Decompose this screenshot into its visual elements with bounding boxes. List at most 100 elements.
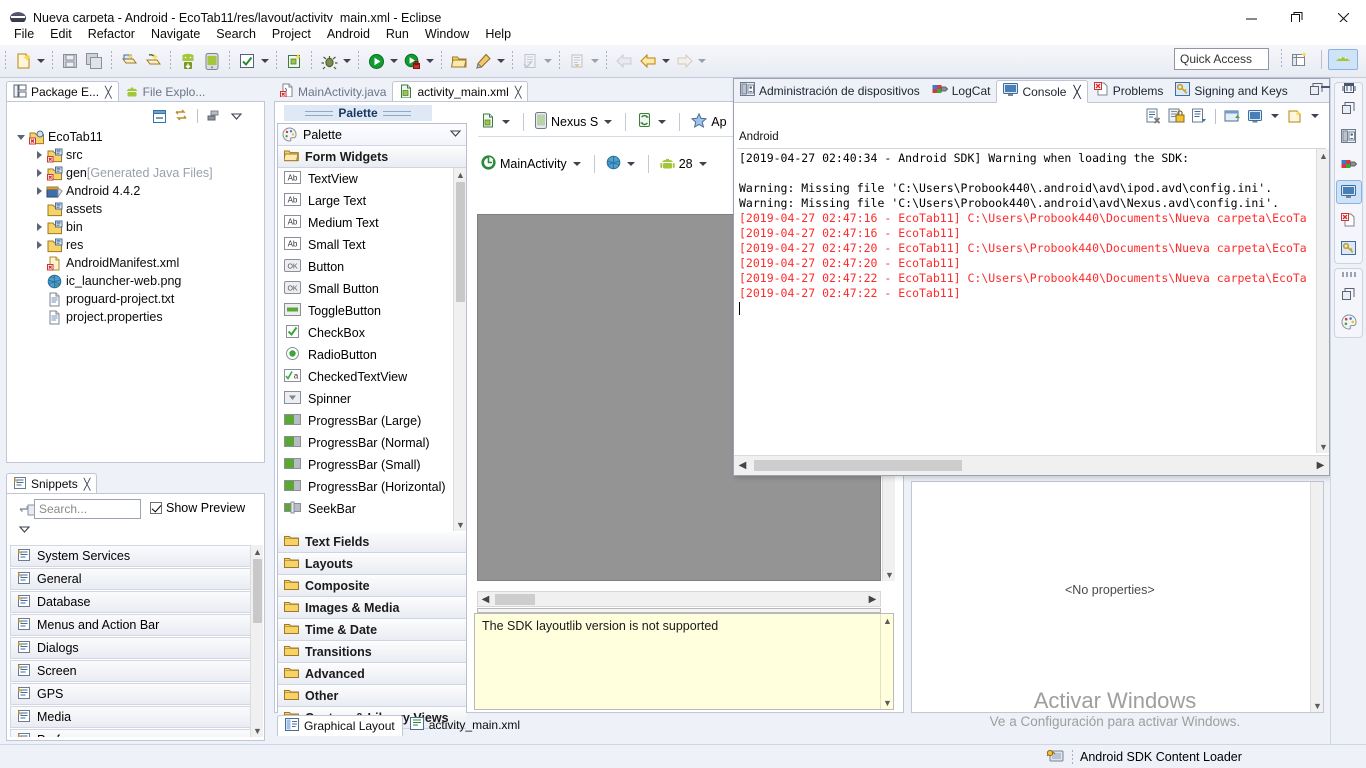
close-icon[interactable]: ╳ [515, 86, 522, 99]
palette-category-timedate[interactable]: Time & Date [278, 619, 466, 641]
snippet-category-database[interactable]: Database [10, 591, 252, 613]
dropdown-arrow-icon[interactable] [602, 111, 614, 133]
android-perspective-icon[interactable] [1328, 49, 1358, 70]
show-preview-checkbox[interactable]: Show Preview [150, 501, 245, 515]
tree-row-assets[interactable]: assets [10, 200, 262, 218]
palette-item-button[interactable]: OK Button [278, 256, 454, 278]
palette-menu-chevron-icon[interactable] [449, 127, 462, 143]
menu-android[interactable]: Android [319, 24, 378, 44]
snippet-category-dialogs[interactable]: Dialogs [10, 637, 252, 659]
tree-row-gen[interactable]: gen [Generated Java Files] [10, 164, 262, 182]
palette-item-seekbar[interactable]: SeekBar [278, 498, 454, 520]
previous-edit-icon[interactable] [566, 50, 588, 72]
menu-refactor[interactable]: Refactor [80, 24, 143, 44]
open-console-dropdown-icon[interactable] [1269, 105, 1281, 127]
menu-search[interactable]: Search [208, 24, 264, 44]
palette-title-row[interactable]: Palette [278, 124, 466, 146]
back-icon[interactable] [637, 50, 659, 72]
scroll-down-icon[interactable]: ▼ [454, 518, 466, 531]
tree-row-res[interactable]: res [10, 236, 262, 254]
palette-category-form-widgets[interactable]: Form Widgets [278, 146, 466, 168]
layout-toolbar-item-28[interactable]: 28 [657, 151, 712, 177]
snippet-category-media[interactable]: Media [10, 706, 252, 728]
palette-item-progressbarhorizontal[interactable]: ProgressBar (Horizontal) [278, 476, 454, 498]
rail-logcat-icon[interactable] [1336, 152, 1362, 176]
snippet-category-gps[interactable]: GPS [10, 683, 252, 705]
scroll-up-icon[interactable]: ▲ [1317, 149, 1330, 162]
tab-mainactivityjava[interactable]: MainActivity.java [274, 81, 392, 102]
layout-toolbar-item-config-chooser-icon[interactable] [478, 109, 515, 135]
twisty-right[interactable] [32, 148, 46, 162]
palette-category-imagesmedia[interactable]: Images & Media [278, 597, 466, 619]
menu-window[interactable]: Window [417, 24, 477, 44]
snippet-category-screen[interactable]: Screen [10, 660, 252, 682]
rail-devices-icon[interactable] [1336, 124, 1362, 148]
scroll-thumb[interactable] [495, 594, 535, 605]
run-icon[interactable] [365, 50, 387, 72]
console-tab-signingandkeys[interactable]: Signing and Keys [1169, 79, 1293, 102]
rail-problems-icon[interactable] [1336, 208, 1362, 232]
canvas-horizontal-scrollbar[interactable]: ◀ ▶ [477, 591, 881, 607]
palette-item-progressbarsmall[interactable]: ProgressBar (Small) [278, 454, 454, 476]
palette-item-togglebutton[interactable]: ToggleButton [278, 300, 454, 322]
palette-category-layouts[interactable]: Layouts [278, 553, 466, 575]
palette-item-largetext[interactable]: Ab Large Text [278, 190, 454, 212]
scroll-down-icon[interactable]: ▼ [883, 568, 896, 581]
snippet-category-menusandactionbar[interactable]: Menus and Action Bar [10, 614, 252, 636]
menu-help[interactable]: Help [477, 24, 519, 44]
quick-fix-icon[interactable] [472, 50, 494, 72]
palette-item-progressbarlarge[interactable]: ProgressBar (Large) [278, 410, 454, 432]
pin-console-icon[interactable] [1190, 107, 1208, 125]
minimize-view-icon[interactable] [1319, 82, 1333, 97]
console-log[interactable]: [2019-04-27 02:40:34 - Android SDK] Warn… [739, 151, 1313, 451]
debug-icon[interactable] [318, 50, 340, 72]
tree-row-src[interactable]: src [10, 146, 262, 164]
open-perspective-icon[interactable] [1288, 49, 1312, 70]
scroll-right-icon[interactable]: ▶ [866, 593, 879, 606]
layout-toolbar-item-locale-globe-icon[interactable] [603, 151, 640, 177]
dropdown-arrow-icon[interactable] [500, 111, 512, 133]
rail-console-icon[interactable] [1335, 180, 1362, 204]
properties-scrollbar[interactable]: ▼ [1310, 482, 1323, 712]
snippets-search-input[interactable]: Search... [34, 499, 141, 519]
palette-category-textfields[interactable]: Text Fields [278, 531, 466, 553]
close-icon[interactable]: ╳ [105, 86, 112, 99]
console-tab-logcat[interactable]: LogCat [926, 79, 997, 102]
new-console-view-icon[interactable] [1286, 107, 1304, 125]
console-vertical-scrollbar[interactable]: ▲ ▼ [1316, 149, 1329, 453]
tree-row-androidmanifestxml[interactable]: AndroidManifest.xml [10, 254, 262, 272]
quick-access-input[interactable]: Quick Access [1174, 48, 1269, 70]
new-console-dropdown-icon[interactable] [1309, 105, 1321, 127]
tree-row-iclauncherwebpng[interactable]: ic_launcher-web.png [10, 272, 262, 290]
bottom-tab-activitymainxml[interactable]: activity_main.xml [403, 715, 527, 736]
layout-toolbar-item-nexuss[interactable]: Nexus S [532, 109, 617, 135]
console-tab-administracindedispositivos[interactable]: Administración de dispositivos [734, 79, 926, 102]
bottom-tab-graphicallayout[interactable]: Graphical Layout [277, 714, 403, 736]
twisty-right[interactable] [32, 238, 46, 252]
tree-row-projectproperties[interactable]: project.properties [10, 308, 262, 326]
scroll-up-icon[interactable]: ▲ [251, 545, 264, 558]
menu-navigate[interactable]: Navigate [143, 24, 208, 44]
palette-category-other[interactable]: Other [278, 685, 466, 707]
snippets-menu-chevron-icon[interactable] [18, 523, 31, 539]
console-horizontal-scrollbar[interactable]: ◀ ▶ [734, 455, 1329, 475]
palette-category-composite[interactable]: Composite [278, 575, 466, 597]
menu-file[interactable]: File [6, 24, 42, 44]
console-tab-problems[interactable]: Problems [1088, 79, 1170, 102]
twisty-right[interactable] [32, 220, 46, 234]
rail-signing-keys-icon[interactable] [1336, 236, 1362, 260]
scroll-down-icon[interactable]: ▼ [1311, 699, 1324, 712]
back-arrow-icon[interactable] [613, 50, 635, 72]
android-avd-manager-icon[interactable] [201, 50, 223, 72]
palette-item-spinner[interactable]: Spinner [278, 388, 454, 410]
menu-edit[interactable]: Edit [42, 24, 80, 44]
error-scrollbar[interactable]: ▲ ▼ [880, 614, 893, 709]
snippets-scrollbar[interactable]: ▲ ▼ [250, 545, 263, 737]
tab-snippets[interactable]: Snippets ╳ [6, 473, 98, 494]
scroll-up-icon[interactable]: ▲ [454, 168, 466, 181]
palette-item-textview[interactable]: Ab TextView [278, 168, 454, 190]
tab-activitymainxml[interactable]: activity_main.xml ╳ [392, 81, 529, 102]
tab-packagee[interactable]: Package E... ╳ [6, 81, 119, 102]
run-secure-icon[interactable] [401, 50, 423, 72]
link-with-editor-icon[interactable] [172, 107, 190, 125]
